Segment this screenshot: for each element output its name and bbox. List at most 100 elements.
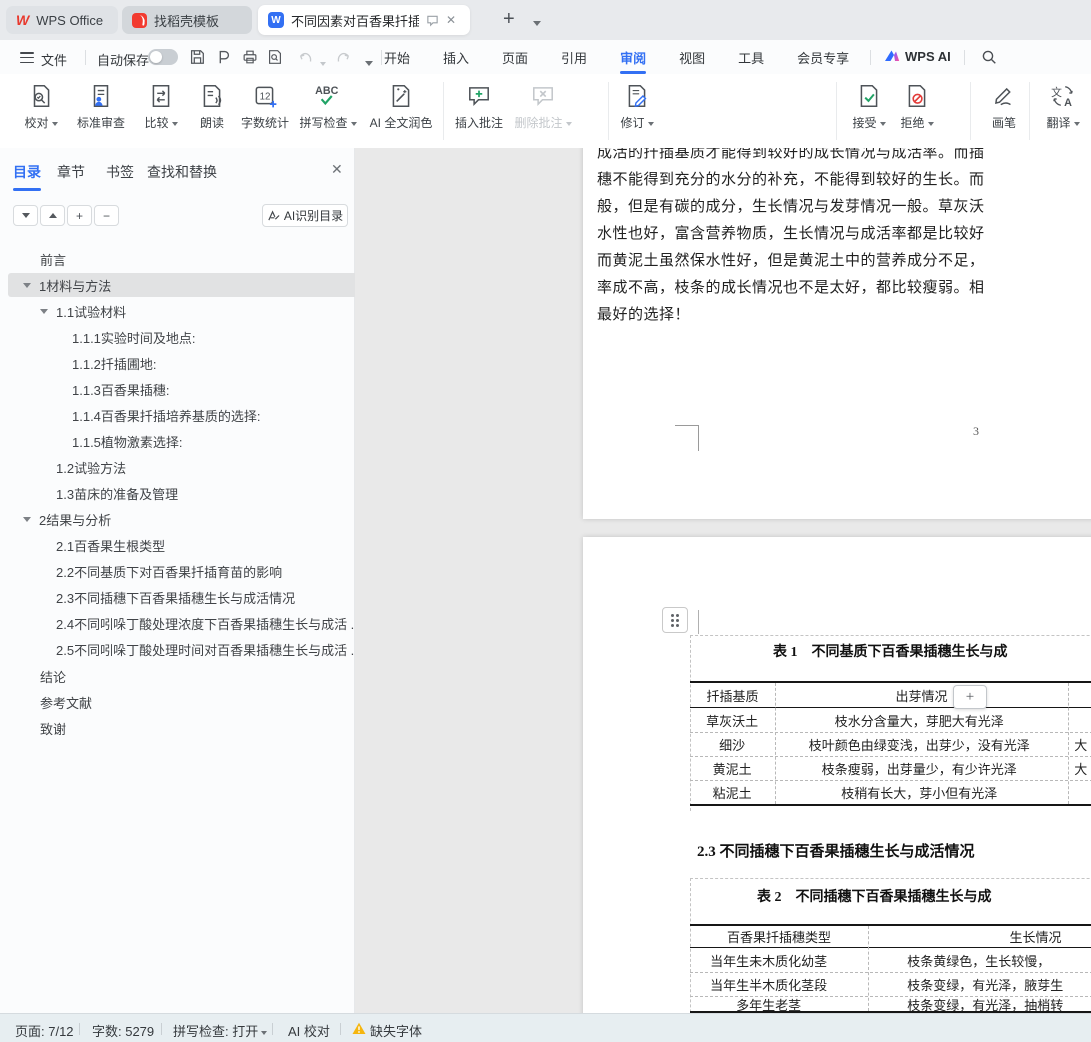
close-icon[interactable]: ✕: [331, 161, 343, 178]
search-icon[interactable]: [981, 49, 998, 66]
toc-item-2-5[interactable]: 2.5不同吲哚丁酸处理时间对百香果插穗生长与成活 ...: [0, 636, 411, 662]
file-menu[interactable]: 文件: [41, 50, 67, 69]
doc-w-icon: W: [268, 12, 284, 28]
table-header-cell: 生长情况: [868, 927, 1091, 946]
toc-item-2-4[interactable]: 2.4不同吲哚丁酸处理浓度下百香果插穗生长与成活 ...: [0, 610, 411, 636]
track-changes-button[interactable]: 修订: [614, 80, 660, 142]
word-count-icon: 12: [252, 80, 278, 112]
toc-item-2-2[interactable]: 2.2不同基质下对百香果扦插育苗的影响: [0, 558, 411, 584]
compare-button[interactable]: 比较: [136, 80, 186, 142]
toc-item-1-1[interactable]: 1.1试验材料: [0, 298, 395, 324]
menu-tab-tools[interactable]: 工具: [738, 39, 764, 76]
word-count-button[interactable]: 12 字数统计: [236, 80, 294, 142]
table-2[interactable]: 百香果扦插穗类型 生长情况 当年生未木质化幼茎 枝条黄绿色，生长较慢， 当年生半…: [690, 924, 1091, 1013]
collapse-all-button[interactable]: [13, 205, 38, 226]
menu-tab-member[interactable]: 会员专享: [797, 39, 849, 76]
sidebar-tab-chapters[interactable]: 章节: [57, 162, 85, 182]
save-icon[interactable]: [188, 48, 206, 66]
print-icon[interactable]: [241, 48, 259, 66]
export-pdf-icon[interactable]: [214, 48, 232, 66]
sidebar-tab-find-replace[interactable]: 查找和替换: [147, 162, 217, 182]
toc-item-2-results[interactable]: 2结果与分析: [0, 506, 378, 532]
insert-comment-button[interactable]: 插入批注: [450, 80, 508, 142]
print-preview-icon[interactable]: [266, 48, 284, 66]
document-canvas[interactable]: 成活的扦插基质才能得到较好的成长情况与成活率。而插 穗不能得到充分的水分的补充，…: [355, 148, 1091, 1013]
toc-item-1-materials[interactable]: 1材料与方法: [0, 272, 378, 298]
brush-button[interactable]: 画笔: [980, 80, 1028, 142]
standard-review-button[interactable]: 标准审查: [70, 80, 132, 142]
table-cell: 枝条变绿，有光泽，腋芽生: [847, 975, 1091, 994]
word-count-indicator[interactable]: 字数: 5279: [92, 1021, 154, 1040]
insert-column-plus-button[interactable]: +: [953, 685, 987, 709]
translate-button[interactable]: 文A 翻译: [1040, 80, 1086, 142]
ai-proofread-button[interactable]: AI 校对: [288, 1021, 330, 1040]
zoom-out-toc-button[interactable]: −: [94, 205, 119, 226]
brush-icon: [990, 80, 1018, 112]
read-aloud-button[interactable]: 朗读: [190, 80, 234, 142]
chevron-down-icon: [23, 517, 31, 522]
warning-icon: [352, 1022, 366, 1035]
page-indicator[interactable]: 页面: 7/12: [15, 1021, 74, 1040]
section-heading-2-3: 2.3 不同插穗下百香果插穗生长与成活情况: [697, 840, 975, 861]
wps-ai-button[interactable]: WPS AI: [884, 48, 951, 64]
toc-item-1-3[interactable]: 1.3苗床的准备及管理: [0, 480, 411, 506]
tab-wps-office[interactable]: W WPS Office: [6, 6, 118, 34]
spell-check-button[interactable]: ABC 拼写检查: [296, 80, 360, 142]
toc-item-conclusion[interactable]: 结论: [0, 663, 395, 689]
table-cell: 多年生老茎: [690, 995, 847, 1014]
toc-item-2-3[interactable]: 2.3不同插穗下百香果插穗生长与成活情况: [0, 584, 411, 610]
svg-text:12: 12: [260, 91, 271, 102]
window-tab-bar: W WPS Office 找稻壳模板 W 不同因素对百香果扦插育苗的 ✕ +: [0, 0, 1091, 40]
toc-item-references[interactable]: 参考文献: [0, 689, 395, 715]
wps-ai-label: WPS AI: [905, 49, 951, 64]
table-row: 粘泥土 枝稍有长大，芽小但有光泽: [690, 780, 1091, 804]
table-row: 黄泥土 枝条瘦弱，出芽量少，有少许光泽 大: [690, 756, 1091, 780]
table-cell: 枝叶颜色由绿变浅，出芽少，没有光泽: [774, 735, 1064, 754]
toc-item-acknowledgement[interactable]: 致谢: [0, 715, 395, 741]
toc-item-2-1[interactable]: 2.1百香果生根类型: [0, 532, 411, 558]
document-page-4[interactable]: 表 1 不同基质下百香果插穗生长与成 扦插基质 出芽情况 草灰沃土 枝水分含量大…: [583, 537, 1091, 1013]
margin-corner-mark: [675, 425, 699, 451]
menu-tab-page[interactable]: 页面: [502, 39, 528, 76]
menu-tab-view[interactable]: 视图: [679, 39, 705, 76]
compare-icon: [148, 80, 174, 112]
track-changes-icon: [624, 80, 650, 112]
chat-bubble-icon[interactable]: [426, 14, 439, 27]
spell-check-indicator[interactable]: 拼写检查: 打开: [173, 1021, 267, 1040]
tab-document-active[interactable]: W 不同因素对百香果扦插育苗的 ✕: [258, 5, 470, 35]
menu-tab-reference[interactable]: 引用: [561, 39, 587, 76]
svg-text:A: A: [1064, 97, 1072, 109]
page-number: 3: [973, 424, 979, 439]
expand-all-button[interactable]: [40, 205, 65, 226]
sidebar-tab-toc[interactable]: 目录: [13, 162, 41, 182]
toc-item-qianyan[interactable]: 前言: [0, 246, 395, 272]
menu-tab-insert[interactable]: 插入: [443, 39, 469, 76]
frame-dashed-border: [690, 635, 1091, 636]
table-row: 百香果扦插穗类型 生长情况: [690, 926, 1091, 948]
sidebar-tab-bookmarks[interactable]: 书签: [106, 162, 134, 182]
proofread-button[interactable]: 校对: [16, 80, 66, 142]
new-tab-button[interactable]: +: [503, 8, 515, 30]
hamburger-icon[interactable]: [20, 52, 34, 63]
menu-tab-review[interactable]: 审阅: [620, 39, 646, 76]
ai-polish-button[interactable]: AI 全文润色: [362, 80, 440, 142]
ribbon-collapse-chevron-icon[interactable]: [362, 55, 373, 73]
close-icon[interactable]: ✕: [446, 14, 456, 26]
ai-recognize-toc-button[interactable]: AI识别目录: [262, 204, 348, 227]
tab-docer-templates[interactable]: 找稻壳模板: [122, 6, 252, 34]
caret-icon: [172, 122, 178, 126]
table-1[interactable]: 扦插基质 出芽情况 草灰沃土 枝水分含量大，芽肥大有光泽 细沙 枝叶颜色由绿变浅…: [690, 681, 1091, 806]
accept-button[interactable]: 接受: [846, 80, 892, 142]
table-row: 细沙 枝叶颜色由绿变浅，出芽少，没有光泽 大: [690, 732, 1091, 756]
toc-item-1-2[interactable]: 1.2试验方法: [0, 454, 411, 480]
tab-list-chevron-icon[interactable]: [530, 15, 541, 33]
table-cell: 当年生半木质化茎段: [690, 975, 847, 994]
document-page-3[interactable]: 成活的扦插基质才能得到较好的成长情况与成活率。而插 穗不能得到充分的水分的补充，…: [583, 148, 1091, 519]
chevron-down-icon: [23, 283, 31, 288]
table-drag-handle-icon[interactable]: [662, 607, 688, 633]
menu-tab-home[interactable]: 开始: [384, 39, 410, 76]
reject-button[interactable]: 拒绝: [894, 80, 940, 142]
autosave-toggle[interactable]: [148, 49, 178, 65]
zoom-in-toc-button[interactable]: +: [67, 205, 92, 226]
missing-font-warning[interactable]: 缺失字体: [370, 1021, 422, 1040]
